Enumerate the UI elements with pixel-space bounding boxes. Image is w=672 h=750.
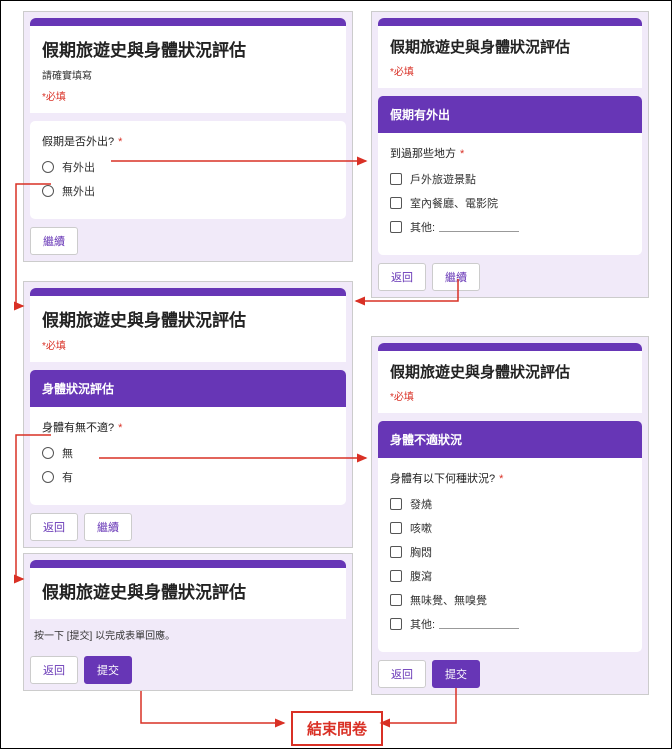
section-bar: 身體不適狀況	[378, 421, 642, 458]
header-block: 假期旅遊史與身體狀況評估 *必填	[378, 343, 642, 413]
checkbox-option[interactable]: 室內餐廳、電影院	[390, 195, 630, 211]
checkbox-icon	[390, 522, 402, 534]
question-block: 身體有以下何種狀況?* 發燒 咳嗽 胸悶 腹瀉 無味覺、無嗅覺 其他:	[378, 458, 642, 652]
radio-icon	[42, 161, 54, 173]
radio-option[interactable]: 無外出	[42, 183, 334, 199]
continue-button[interactable]: 繼續	[84, 513, 132, 541]
checkbox-icon	[390, 173, 402, 185]
question-text: 假期是否外出?*	[42, 133, 334, 149]
page-title: 假期旅遊史與身體狀況評估	[42, 36, 334, 61]
page-title: 假期旅遊史與身體狀況評估	[42, 578, 334, 603]
radio-icon	[42, 447, 54, 459]
back-button[interactable]: 返回	[30, 656, 78, 684]
back-button[interactable]: 返回	[378, 263, 426, 291]
checkbox-icon	[390, 221, 402, 233]
radio-option[interactable]: 有外出	[42, 159, 334, 175]
continue-button[interactable]: 繼續	[432, 263, 480, 291]
other-input-line[interactable]	[439, 619, 519, 629]
checkbox-icon	[390, 197, 402, 209]
question-text: 到過那些地方*	[390, 145, 630, 161]
required-note: *必填	[390, 388, 630, 403]
checkbox-option[interactable]: 無味覺、無嗅覺	[390, 592, 630, 608]
page-title: 假期旅遊史與身體狀況評估	[42, 306, 334, 331]
radio-icon	[42, 185, 54, 197]
back-button[interactable]: 返回	[378, 660, 426, 688]
checkbox-icon	[390, 594, 402, 606]
page-title: 假期旅遊史與身體狀況評估	[390, 36, 630, 57]
section-bar: 身體狀況評估	[30, 370, 346, 407]
checkbox-icon	[390, 618, 402, 630]
question-text: 身體有以下何種狀況?*	[390, 470, 630, 486]
header-block: 假期旅遊史與身體狀況評估	[30, 560, 346, 619]
checkbox-option[interactable]: 其他:	[390, 616, 630, 632]
back-button[interactable]: 返回	[30, 513, 78, 541]
checkbox-option[interactable]: 腹瀉	[390, 568, 630, 584]
radio-icon	[42, 471, 54, 483]
form-card-2: 假期旅遊史與身體狀況評估 *必填 假期有外出 到過那些地方* 戶外旅遊景點 室內…	[371, 11, 649, 298]
subtitle: 按一下 [提交] 以完成表單回應。	[30, 627, 346, 650]
continue-button[interactable]: 繼續	[30, 227, 78, 255]
required-note: *必填	[390, 63, 630, 78]
end-box: 結束問卷	[291, 711, 383, 746]
form-card-3: 假期旅遊史與身體狀況評估 *必填 身體狀況評估 身體有無不適?* 無 有 返回 …	[23, 281, 353, 548]
flow-diagram: 假期旅遊史與身體狀況評估 請確實填寫 *必填 假期是否外出?* 有外出 無外出 …	[0, 0, 672, 749]
required-note: *必填	[42, 88, 334, 103]
question-block: 假期是否外出?* 有外出 無外出	[30, 121, 346, 219]
header-block: 假期旅遊史與身體狀況評估 請確實填寫 *必填	[30, 18, 346, 113]
section-bar: 假期有外出	[378, 96, 642, 133]
checkbox-option[interactable]: 戶外旅遊景點	[390, 171, 630, 187]
checkbox-icon	[390, 546, 402, 558]
checkbox-option[interactable]: 咳嗽	[390, 520, 630, 536]
question-block: 身體有無不適?* 無 有	[30, 407, 346, 505]
question-block: 到過那些地方* 戶外旅遊景點 室內餐廳、電影院 其他:	[378, 133, 642, 255]
other-input-line[interactable]	[439, 222, 519, 232]
checkbox-option[interactable]: 發燒	[390, 496, 630, 512]
submit-button[interactable]: 提交	[432, 660, 480, 688]
checkbox-option[interactable]: 胸悶	[390, 544, 630, 560]
form-card-5: 假期旅遊史與身體狀況評估 按一下 [提交] 以完成表單回應。 返回 提交	[23, 553, 353, 691]
checkbox-icon	[390, 570, 402, 582]
submit-button[interactable]: 提交	[84, 656, 132, 684]
header-block: 假期旅遊史與身體狀況評估 *必填	[378, 18, 642, 88]
form-card-4: 假期旅遊史與身體狀況評估 *必填 身體不適狀況 身體有以下何種狀況?* 發燒 咳…	[371, 336, 649, 695]
page-title: 假期旅遊史與身體狀況評估	[390, 361, 630, 382]
checkbox-icon	[390, 498, 402, 510]
checkbox-option[interactable]: 其他:	[390, 219, 630, 235]
radio-option[interactable]: 有	[42, 469, 334, 485]
question-text: 身體有無不適?*	[42, 419, 334, 435]
form-card-1: 假期旅遊史與身體狀況評估 請確實填寫 *必填 假期是否外出?* 有外出 無外出 …	[23, 11, 353, 262]
header-block: 假期旅遊史與身體狀況評估 *必填	[30, 288, 346, 362]
subtitle: 請確實填寫	[42, 67, 334, 82]
required-note: *必填	[42, 337, 334, 352]
radio-option[interactable]: 無	[42, 445, 334, 461]
